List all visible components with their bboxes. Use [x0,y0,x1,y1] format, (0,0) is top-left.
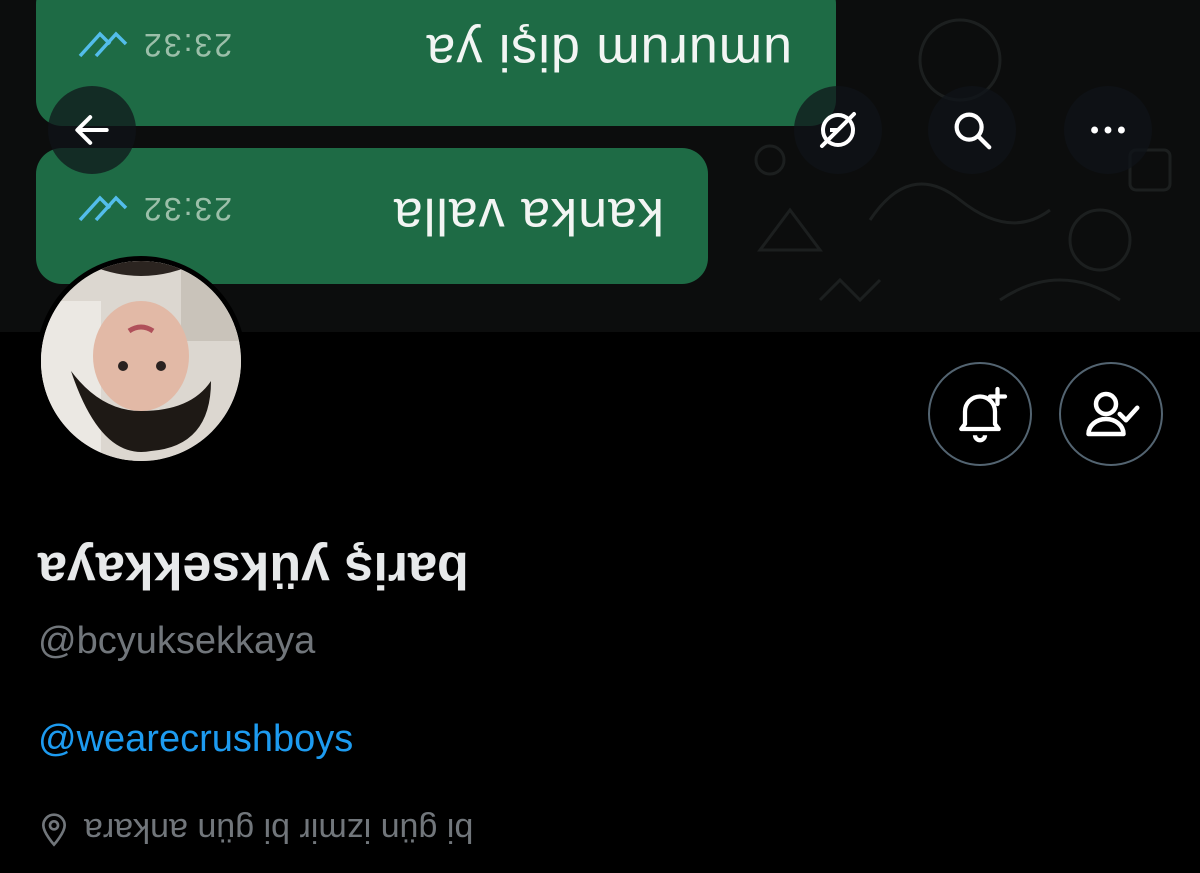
avatar-photo [41,261,241,461]
more-horizontal-icon [1091,126,1125,134]
user-handle: @bcyuksekkaya [38,620,316,662]
bell-plus-icon [959,386,1008,443]
following-button[interactable] [1059,362,1163,466]
more-button[interactable] [1064,86,1152,174]
double-check-icon [78,31,128,58]
display-name: bariş yüksekkaya [38,541,469,599]
message-bubble: umurum dişi ya 23:32 [36,0,836,126]
location-pin-icon [41,812,67,847]
person-check-icon [1086,391,1140,437]
search-button[interactable] [928,86,1016,174]
arrow-left-icon [75,115,109,145]
double-check-icon [78,195,128,222]
translate-icon [820,112,856,148]
bio-mention-link[interactable]: @wearecrushboys [38,718,353,761]
search-icon [954,112,992,150]
location-text: bi gün izmir bi gün ankara [84,811,474,849]
message-text: kanka valla [392,187,664,245]
message-time: 23:32 [142,27,233,64]
message-text: umurum dişi ya [425,23,792,81]
avatar[interactable] [36,256,246,466]
message-time: 23:32 [142,191,233,228]
location-row: bi gün izmir bi gün ankara [38,810,473,849]
back-button[interactable] [48,86,136,174]
translate-button[interactable] [794,86,882,174]
notification-bell-button[interactable] [928,362,1032,466]
